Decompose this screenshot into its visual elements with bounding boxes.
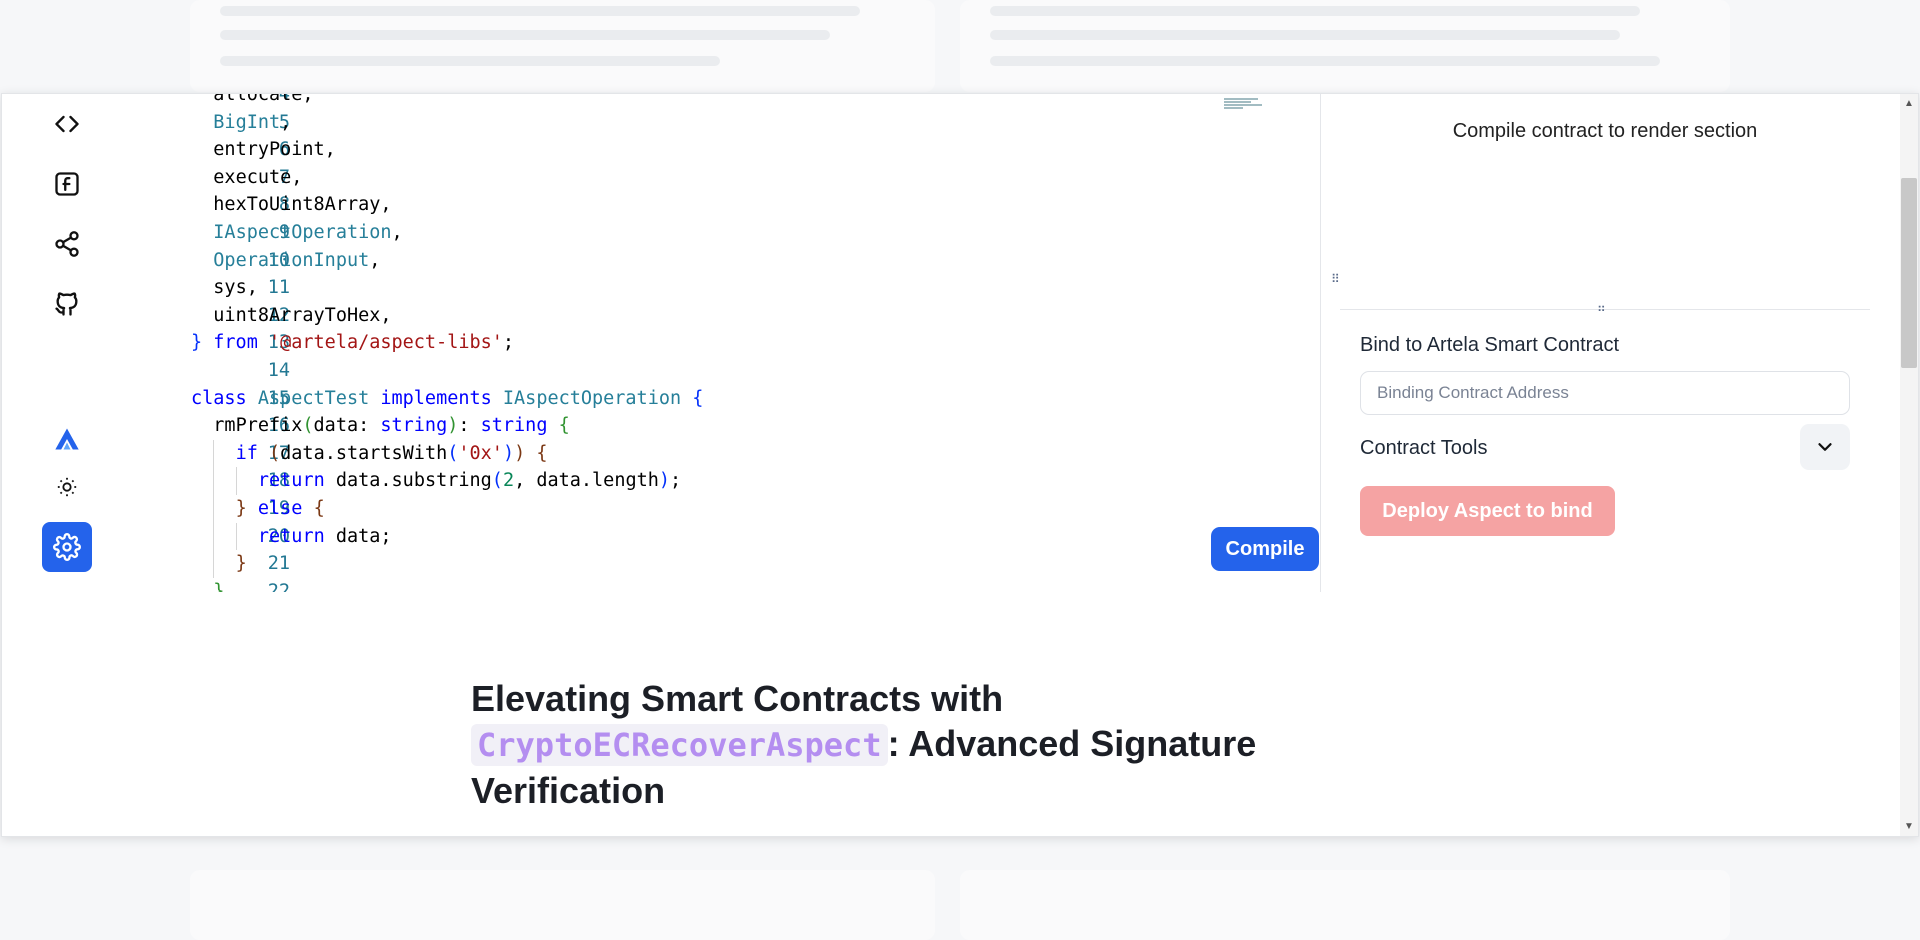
chevron-down-icon	[1814, 436, 1836, 458]
minimap-line	[1224, 104, 1262, 106]
scrollbar-thumb[interactable]	[1901, 178, 1917, 368]
share-icon[interactable]	[42, 219, 92, 269]
code-editor[interactable]: 22}21}20return data;19} else {18return d…	[132, 94, 1320, 592]
code-text: } else {	[236, 495, 325, 523]
code-line[interactable]: 12uint8ArrayToHex,	[132, 302, 1320, 330]
code-line[interactable]: 21}	[132, 550, 1320, 578]
code-text: entryPoint,	[213, 136, 336, 164]
binding-contract-address-input[interactable]	[1360, 371, 1850, 415]
minimap-line	[1224, 98, 1258, 100]
indent-guide	[213, 495, 214, 523]
contract-panel: Compile contract to render section ⠶ Bin…	[1340, 94, 1870, 592]
tool-rail	[2, 94, 132, 836]
artela-logo-icon[interactable]	[42, 414, 92, 464]
indent-guide	[236, 523, 237, 551]
code-text: IAspectOperation,	[213, 219, 402, 247]
heading-code-highlight: CryptoECRecoverAspect	[471, 724, 888, 766]
code-line[interactable]: 19} else {	[132, 495, 1320, 523]
code-line[interactable]: 18return data.substring(2, data.length);	[132, 467, 1320, 495]
indent-guide	[213, 550, 214, 578]
background-card	[190, 0, 935, 92]
deploy-aspect-button[interactable]: Deploy Aspect to bind	[1360, 486, 1615, 536]
code-text: return data.substring(2, data.length);	[258, 467, 681, 495]
scroll-down-arrow-icon[interactable]: ▼	[1904, 821, 1914, 832]
code-text: BigInt,	[213, 109, 291, 137]
code-text: return data;	[258, 523, 392, 551]
editor-minimap[interactable]	[1224, 98, 1262, 112]
code-line[interactable]: 5BigInt,	[132, 109, 1320, 137]
code-line[interactable]: 13} from '@artela/aspect-libs';	[132, 329, 1320, 357]
background-card	[960, 870, 1730, 940]
minimap-line	[1224, 107, 1243, 109]
code-line[interactable]: 11sys,	[132, 274, 1320, 302]
background-card	[190, 870, 935, 940]
code-line[interactable]: 7execute,	[132, 164, 1320, 192]
code-text: OperationInput,	[213, 247, 380, 275]
code-text: uint8ArrayToHex,	[213, 302, 391, 330]
code-text: execute,	[213, 164, 302, 192]
code-line[interactable]: 14	[132, 357, 1320, 385]
code-text: hexToUint8Array,	[213, 191, 391, 219]
playground-modal: 22}21}20return data;19} else {18return d…	[1, 93, 1919, 837]
line-number: 14	[230, 357, 290, 385]
github-icon[interactable]	[42, 279, 92, 329]
code-line[interactable]: 16rmPrefix(data: string): string {	[132, 412, 1320, 440]
line-number: 22	[230, 578, 290, 592]
code-text: } from '@artela/aspect-libs';	[191, 329, 514, 357]
code-line[interactable]: 22}	[132, 578, 1320, 592]
code-text: if (data.startsWith('0x')) {	[236, 440, 548, 468]
code-text: class AspectTest implements IAspectOpera…	[191, 385, 703, 413]
article-heading: Elevating Smart Contracts with CryptoECRe…	[471, 676, 1371, 813]
scroll-up-arrow-icon[interactable]: ▲	[1904, 98, 1914, 109]
indent-guide	[213, 467, 214, 495]
theme-sun-icon[interactable]	[42, 462, 92, 512]
compile-button[interactable]: Compile	[1211, 527, 1319, 571]
code-text: rmPrefix(data: string): string {	[213, 412, 569, 440]
code-line[interactable]: 17if (data.startsWith('0x')) {	[132, 440, 1320, 468]
code-line[interactable]: 20return data;	[132, 523, 1320, 551]
render-placeholder-text: Compile contract to render section	[1340, 120, 1870, 143]
minimap-line	[1224, 101, 1251, 103]
code-line[interactable]: 10OperationInput,	[132, 247, 1320, 275]
indent-guide	[213, 523, 214, 551]
code-line[interactable]: 15class AspectTest implements IAspectOpe…	[132, 385, 1320, 413]
code-text: }	[236, 550, 247, 578]
code-text: sys,	[213, 274, 258, 302]
code-line[interactable]: 9IAspectOperation,	[132, 219, 1320, 247]
indent-guide	[236, 467, 237, 495]
code-text: allocate,	[213, 94, 313, 109]
page-scrollbar[interactable]: ▲ ▼	[1900, 94, 1918, 836]
contract-tools-label: Contract Tools	[1360, 437, 1487, 460]
code-line[interactable]: 4allocate,	[132, 94, 1320, 109]
bind-contract-label: Bind to Artela Smart Contract	[1360, 334, 1619, 357]
function-icon[interactable]	[42, 159, 92, 209]
code-line[interactable]: 8hexToUint8Array,	[132, 191, 1320, 219]
background-card	[960, 0, 1730, 92]
code-line[interactable]: 6entryPoint,	[132, 136, 1320, 164]
indent-guide	[213, 440, 214, 468]
heading-prefix: Elevating Smart Contracts with	[471, 678, 1003, 719]
drag-handle-icon[interactable]: ⠶	[1597, 301, 1606, 315]
vertical-splitter[interactable]	[1320, 94, 1321, 592]
contract-tools-toggle[interactable]	[1800, 424, 1850, 470]
code-text: }	[213, 578, 224, 592]
settings-icon[interactable]	[42, 522, 92, 572]
code-icon[interactable]	[42, 99, 92, 149]
drag-handle-icon[interactable]: ⠿	[1331, 272, 1340, 286]
